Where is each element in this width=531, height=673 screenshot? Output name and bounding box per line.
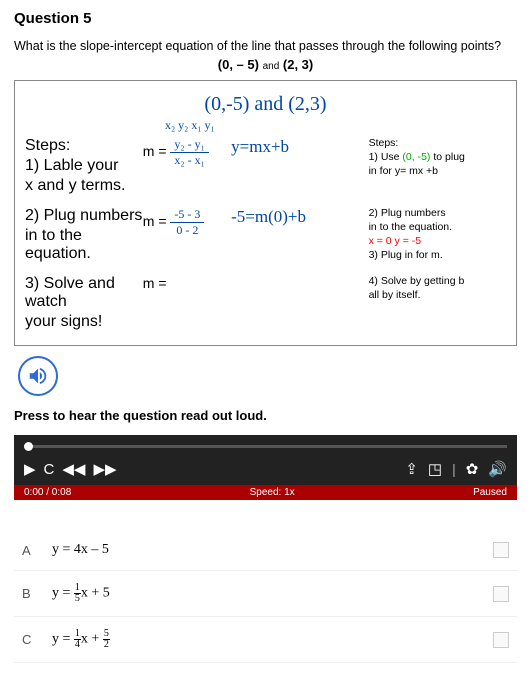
frac-bot-2: 0 - 2 — [170, 223, 204, 238]
player-status: Paused — [473, 487, 507, 498]
step2c-right: x = 0 y = -5 — [369, 235, 506, 247]
steps-header-right: Steps: — [369, 137, 506, 149]
play-button[interactable]: ▶ — [24, 460, 36, 478]
and-text: and — [263, 61, 280, 72]
point-2: (2, 3) — [283, 57, 313, 72]
step1b-right: in for y= mx +b — [369, 165, 506, 177]
step2b-left: in to the equation. — [25, 227, 143, 263]
progress-bar — [24, 445, 507, 448]
step3b-left: your signs! — [25, 313, 143, 331]
answer-letter: A — [22, 543, 52, 558]
step2a-left: 2) Plug numbers — [25, 207, 143, 225]
m-equals-1: m = — [143, 143, 167, 159]
answer-c[interactable]: C y = 14x + 52 — [14, 617, 517, 663]
replay-button[interactable]: C — [44, 461, 55, 478]
step2a-right: 2) Plug numbers — [369, 207, 506, 219]
pip-icon[interactable]: ◳ — [428, 460, 442, 478]
speaker-icon — [27, 365, 49, 387]
play-audio-button[interactable] — [18, 356, 58, 396]
step4a-right: 4) Solve by getting b — [369, 275, 506, 287]
volume-icon[interactable]: 🔊 — [488, 460, 507, 478]
frac-top-2: -5 - 3 — [170, 207, 204, 223]
read-aloud-label: Press to hear the question read out loud… — [14, 408, 517, 423]
frac-top-1: y₂ - y₁ — [170, 137, 208, 153]
question-number: Question 5 — [14, 10, 517, 27]
player-speed[interactable]: Speed: 1x — [250, 487, 295, 498]
player-time: 0:00 / 0:08 — [24, 487, 71, 498]
step1a-left: 1) Lable your — [25, 157, 143, 175]
m-equals-2: m = — [143, 213, 167, 229]
slope-plugged: -5 - 3 0 - 2 — [170, 207, 204, 238]
audio-player: ▶ C ◀◀ ▶▶ ⇪ ◳ | ✿ 🔊 0:00 / 0:08 Speed: 1… — [14, 435, 517, 500]
cast-icon[interactable]: ⇪ — [405, 460, 418, 478]
eq-ymxb: y=mx+b — [231, 137, 368, 157]
answer-text-c: y = 14x + 52 — [52, 629, 110, 650]
answer-text-b: y = 15x + 5 — [52, 583, 110, 604]
progress-track[interactable] — [14, 441, 517, 453]
forward-button[interactable]: ▶▶ — [93, 460, 116, 478]
step4b-right: all by itself. — [369, 289, 506, 301]
step1b-left: x and y terms. — [25, 177, 143, 195]
answer-a[interactable]: A y = 4x – 5 — [14, 530, 517, 571]
m-equals-3: m = — [143, 275, 167, 291]
eq-plugged: -5=m(0)+b — [231, 207, 368, 227]
answer-letter: C — [22, 632, 52, 647]
hw-top-points: (0,-5) and (2,3) — [25, 93, 506, 116]
answer-letter: B — [22, 586, 52, 601]
separator: | — [452, 461, 456, 477]
answer-text-a: y = 4x – 5 — [52, 542, 109, 558]
settings-icon[interactable]: ✿ — [466, 460, 479, 478]
step3a-left: 3) Solve and watch — [25, 275, 143, 311]
answer-checkbox-b[interactable] — [493, 586, 509, 602]
answer-b[interactable]: B y = 15x + 5 — [14, 571, 517, 617]
progress-handle[interactable] — [24, 442, 33, 451]
step1a-right: 1) Use (0, -5) to plug — [369, 151, 506, 163]
steps-header-left: Steps: — [25, 137, 143, 155]
worked-solution-image: (0,-5) and (2,3) x₂ y₂ x₁ y₁ Steps: 1) L… — [14, 80, 517, 346]
frac-bot-1: x₂ - x₁ — [170, 153, 208, 168]
answer-checkbox-c[interactable] — [493, 632, 509, 648]
question-prompt: What is the slope-intercept equation of … — [14, 39, 517, 53]
rewind-button[interactable]: ◀◀ — [62, 460, 85, 478]
point-1: (0, – 5) — [218, 57, 259, 72]
slope-formula: y₂ - y₁ x₂ - x₁ — [170, 137, 208, 168]
answer-checkbox-a[interactable] — [493, 542, 509, 558]
hw-sub-labels: x₂ y₂ x₁ y₁ — [165, 118, 506, 133]
step2b-right: in to the equation. — [369, 221, 506, 233]
step3-right: 3) Plug in for m. — [369, 249, 506, 261]
given-points: (0, – 5) and (2, 3) — [14, 57, 517, 72]
answer-choices: A y = 4x – 5 B y = 15x + 5 C y = 14x + 5… — [14, 530, 517, 663]
